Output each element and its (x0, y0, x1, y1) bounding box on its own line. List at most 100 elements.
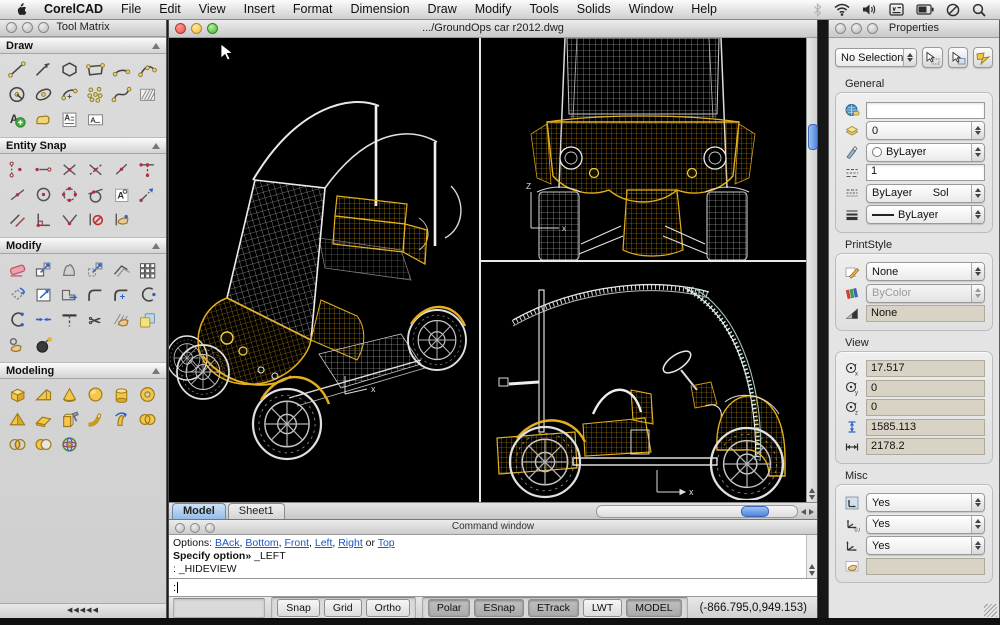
edit-hatch-icon[interactable] (108, 307, 134, 332)
toggle-model[interactable]: MODEL (626, 599, 681, 617)
spline-icon[interactable] (108, 82, 134, 107)
zoom-icon[interactable] (38, 22, 49, 33)
toggle-esnap[interactable]: ESnap (474, 599, 524, 617)
minimize-icon[interactable] (22, 22, 33, 33)
union-icon[interactable] (134, 407, 160, 432)
rotate-icon[interactable] (4, 282, 30, 307)
panel-collapse-arrows[interactable]: ◀◀◀◀◀ (0, 603, 166, 618)
wifi-icon[interactable] (834, 3, 850, 16)
rectangle-icon[interactable] (82, 57, 108, 82)
box-icon[interactable] (4, 382, 30, 407)
circle-icon[interactable] (4, 82, 30, 107)
scale-icon[interactable] (30, 282, 56, 307)
toggle-snap[interactable]: Snap (277, 599, 320, 617)
hyperlink-field[interactable] (866, 102, 985, 119)
resize-grip[interactable] (984, 604, 997, 617)
apple-menu[interactable] (6, 2, 35, 17)
vertical-scrollbar[interactable] (806, 38, 817, 502)
orbit-icon[interactable] (56, 432, 82, 457)
torus-icon[interactable] (134, 382, 160, 407)
horizontal-scrollbar-thumb[interactable] (741, 506, 769, 517)
smart-dimension-icon[interactable]: A (4, 107, 30, 132)
option-link-back[interactable]: BAck (215, 537, 240, 549)
note-icon[interactable]: A (82, 107, 108, 132)
command-window-titlebar[interactable]: Command window (169, 520, 817, 535)
vertical-scrollbar-thumb[interactable] (808, 124, 818, 150)
quick-select-button[interactable] (973, 47, 993, 68)
snap-apparent-icon[interactable] (82, 157, 108, 182)
viewport-side[interactable]: x (481, 262, 806, 500)
delete-icon[interactable] (4, 257, 30, 282)
toggle-ortho[interactable]: Ortho (366, 599, 410, 617)
arc-3point-icon[interactable] (134, 57, 160, 82)
close-icon[interactable] (175, 23, 186, 34)
snap-foot-icon[interactable] (134, 157, 160, 182)
polygon-icon[interactable] (56, 57, 82, 82)
zoom-icon[interactable] (205, 523, 215, 533)
search-icon[interactable] (972, 3, 986, 17)
scroll-up-icon[interactable] (809, 564, 815, 569)
battery-icon[interactable] (916, 4, 934, 15)
menu-solids[interactable]: Solids (568, 0, 620, 19)
option-link-top[interactable]: Top (378, 537, 395, 549)
snap-quadrant-icon[interactable] (56, 182, 82, 207)
menu-edit[interactable]: Edit (150, 0, 190, 19)
menu-dimension[interactable]: Dimension (341, 0, 418, 19)
snap-parallel-icon[interactable] (4, 207, 30, 232)
cone-icon[interactable] (56, 382, 82, 407)
toggle-lwt[interactable]: LWT (583, 599, 622, 617)
menu-window[interactable]: Window (620, 0, 682, 19)
snap-tangent-icon[interactable] (82, 182, 108, 207)
point-icon[interactable] (82, 82, 108, 107)
section-header-entity-snap[interactable]: Entity Snap (0, 137, 166, 154)
line-icon[interactable] (4, 57, 30, 82)
minimize-icon[interactable] (190, 523, 200, 533)
close-icon[interactable] (835, 23, 846, 34)
extrude-icon[interactable] (56, 407, 82, 432)
chamfer-icon[interactable] (134, 282, 160, 307)
ucs-origin-dropdown[interactable]: Yes (866, 515, 985, 534)
explode-icon[interactable] (30, 332, 56, 357)
command-input[interactable]: : (169, 578, 817, 596)
lineweight-dropdown[interactable]: ByLayer (866, 205, 985, 224)
command-scrollbar[interactable] (806, 535, 817, 578)
document-titlebar[interactable]: .../GroundOps car r2012.dwg (169, 20, 817, 38)
snap-nearest-icon[interactable] (108, 157, 134, 182)
thicken-icon[interactable] (30, 407, 56, 432)
pyramid-icon[interactable] (4, 407, 30, 432)
ellipse-arc-icon[interactable]: + (56, 82, 82, 107)
linetype-scale-field[interactable]: 1 (866, 164, 985, 181)
horizontal-scrollbar[interactable] (596, 505, 814, 518)
scroll-up-icon[interactable] (809, 488, 815, 493)
subtract-icon[interactable] (30, 432, 56, 457)
snap-endpoint-icon[interactable] (4, 157, 30, 182)
snap-off-icon[interactable] (82, 207, 108, 232)
selection-dropdown[interactable]: No Selection (835, 48, 917, 67)
join-icon[interactable] (30, 307, 56, 332)
region-icon[interactable] (30, 107, 56, 132)
snap-midpoint-icon[interactable] (4, 182, 30, 207)
pattern-icon[interactable] (134, 257, 160, 282)
zoom-icon[interactable] (207, 23, 218, 34)
scroll-down-icon[interactable] (809, 495, 815, 500)
properties-titlebar[interactable]: Properties (829, 20, 999, 38)
snap-perpendicular-icon[interactable] (30, 207, 56, 232)
ucs-view-dropdown[interactable]: Yes (866, 536, 985, 555)
move-icon[interactable] (30, 257, 56, 282)
snap-insertion-icon[interactable]: A (108, 182, 134, 207)
snap-extension-icon[interactable] (134, 182, 160, 207)
menu-help[interactable]: Help (682, 0, 726, 19)
input-source-icon[interactable] (889, 3, 904, 16)
section-header-modeling[interactable]: Modeling (0, 362, 166, 379)
split-icon[interactable]: ✂ (82, 307, 108, 332)
section-header-draw[interactable]: Draw (0, 37, 166, 54)
tab-sheet1[interactable]: Sheet1 (228, 503, 285, 519)
intersect-icon[interactable] (4, 432, 30, 457)
layer-dropdown[interactable]: 0 (866, 121, 985, 140)
option-link-bottom[interactable]: Bottom (245, 537, 278, 549)
bluetooth-icon[interactable] (813, 3, 822, 17)
ellipse-icon[interactable] (30, 82, 56, 107)
sphere-icon[interactable] (82, 382, 108, 407)
menu-format[interactable]: Format (284, 0, 342, 19)
tab-model[interactable]: Model (172, 503, 226, 519)
